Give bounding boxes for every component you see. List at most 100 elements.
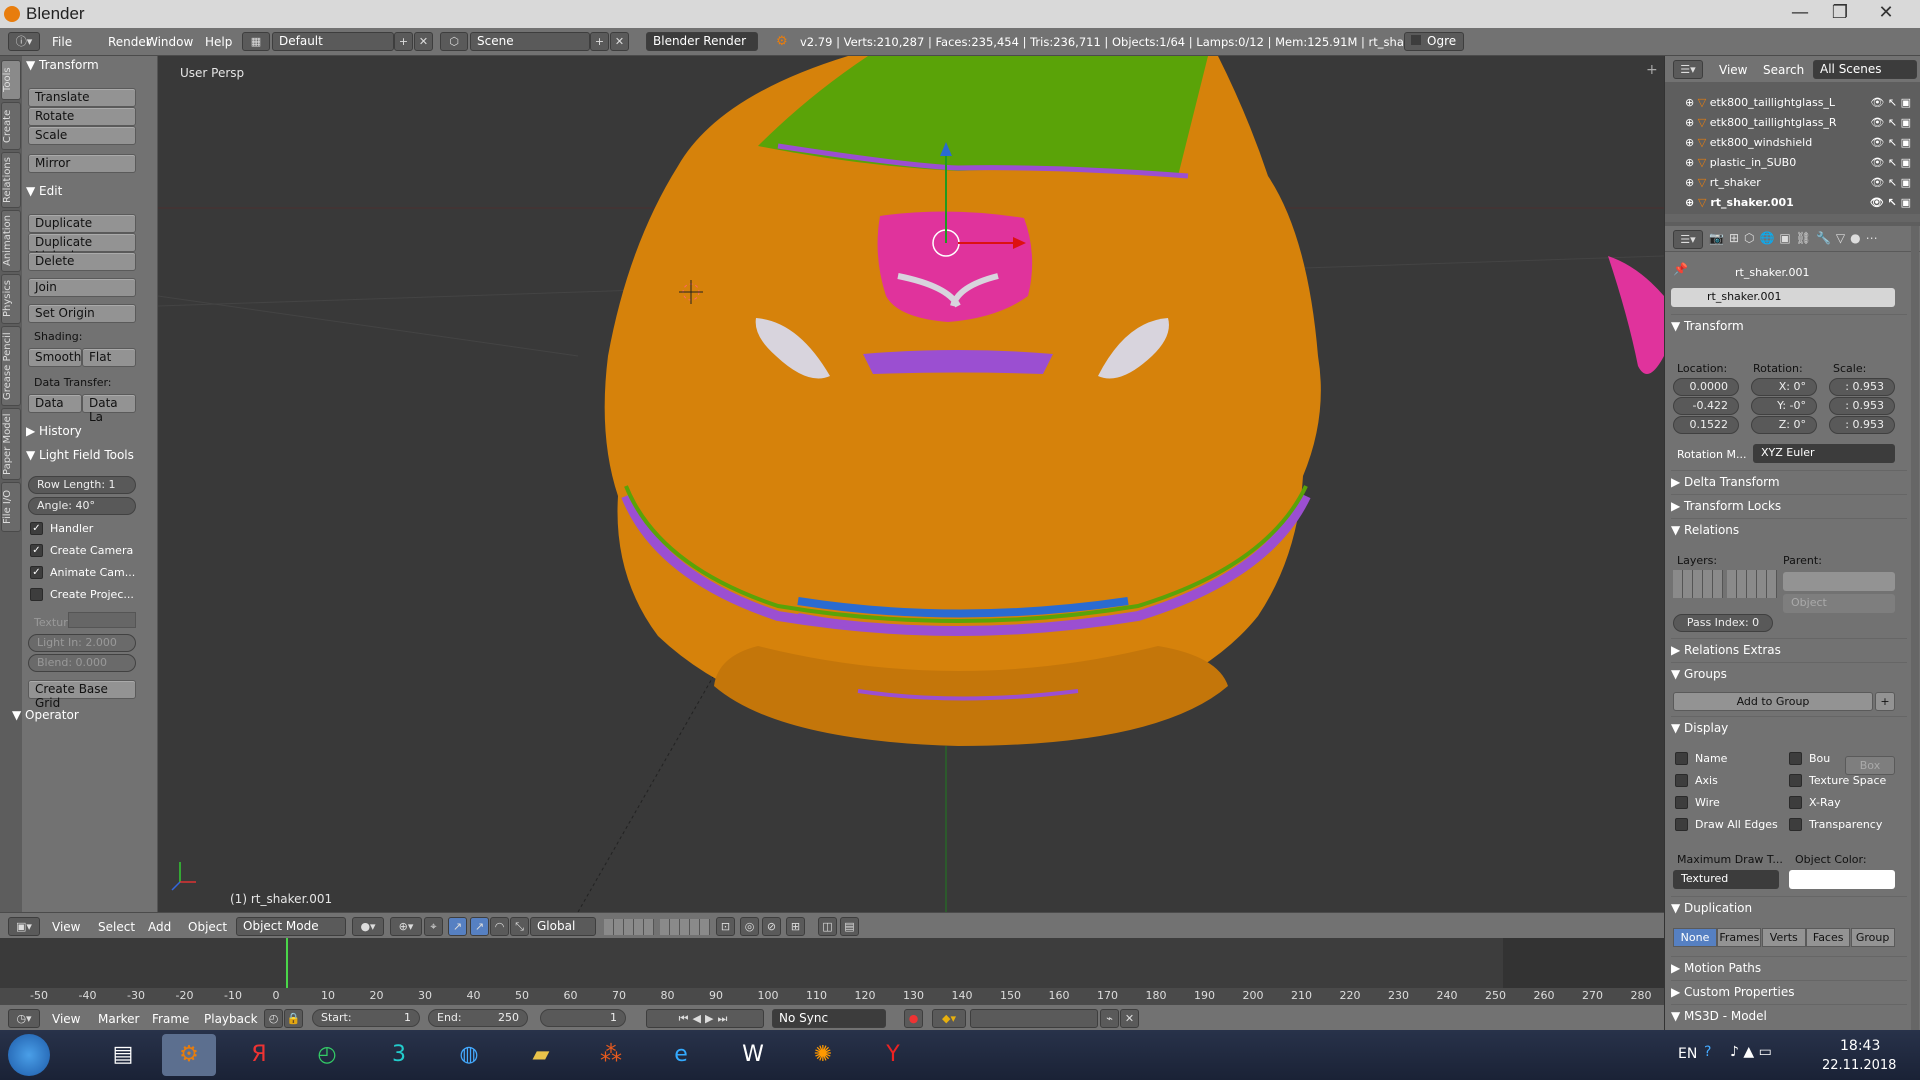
transform-locks-header[interactable]: ▶ Transform Locks: [1671, 494, 1907, 516]
texture-field[interactable]: [68, 612, 136, 628]
visibility-icons[interactable]: 👁 ↖ ▣: [1870, 116, 1911, 129]
yandex-icon[interactable]: Я: [232, 1034, 286, 1076]
menu-window[interactable]: Window: [146, 35, 193, 49]
keying-set-field[interactable]: [970, 1009, 1098, 1028]
opengl-anim-icon[interactable]: ▤: [840, 917, 859, 936]
preview-range-icon[interactable]: ◴: [264, 1009, 283, 1028]
rotation-mode-select[interactable]: XYZ Euler: [1753, 444, 1895, 463]
outliner-row[interactable]: ⊕ ▽ plastic_in_SUB0 👁 ↖ ▣: [1685, 156, 1917, 174]
outliner-search-menu[interactable]: Search: [1763, 63, 1804, 77]
select-menu[interactable]: Select: [98, 920, 135, 934]
duplication-option-button[interactable]: None: [1673, 928, 1717, 947]
end-frame-field[interactable]: End: 250: [428, 1009, 528, 1027]
transform-section-header[interactable]: ▼ Transform: [1671, 314, 1907, 336]
custom-properties-header[interactable]: ▶ Custom Properties: [1671, 980, 1907, 1002]
tab-tools[interactable]: Tools: [1, 60, 21, 100]
expand-icon[interactable]: ⊕: [1685, 156, 1698, 169]
yandex-browser-icon[interactable]: Y: [866, 1034, 920, 1076]
timeline-editor-type-icon[interactable]: ◷▾: [8, 1009, 40, 1028]
mode-select[interactable]: Object Mode: [236, 917, 346, 936]
app-orange-icon[interactable]: ⁂: [584, 1034, 638, 1076]
ogre-button[interactable]: Ogre: [1404, 32, 1464, 51]
snap-element-icon[interactable]: ⊞: [786, 917, 805, 936]
blend-field[interactable]: Blend: 0.000: [28, 654, 136, 672]
location-z-field[interactable]: 0.1522: [1673, 416, 1739, 434]
create-projector-checkbox[interactable]: [30, 588, 43, 601]
angle-field[interactable]: Angle: 40°: [28, 497, 136, 515]
display-option-checkbox[interactable]: [1789, 752, 1802, 765]
create-base-grid-button[interactable]: Create Base Grid: [28, 680, 136, 710]
groups-header[interactable]: ▼ Groups: [1671, 662, 1907, 684]
transform-panel-header[interactable]: ▼ Transform: [26, 58, 154, 78]
visibility-icons[interactable]: 👁 ↖ ▣: [1870, 196, 1911, 209]
winrar-icon[interactable]: ▤: [96, 1034, 150, 1076]
proportional-edit-icon[interactable]: ◎: [740, 917, 759, 936]
translate-active-icon[interactable]: ↗: [470, 917, 489, 936]
frame-menu[interactable]: Frame: [152, 1012, 189, 1026]
object-name-field[interactable]: rt_shaker.001: [1671, 288, 1895, 307]
minimize-icon[interactable]: —: [1780, 0, 1820, 28]
keying-icon[interactable]: ◆▾: [932, 1009, 966, 1028]
draw-type-select[interactable]: Textured: [1673, 870, 1779, 889]
duplicate-linked-button[interactable]: Duplicate Linked: [28, 233, 136, 263]
outliner-filter-select[interactable]: All Scenes: [1813, 60, 1917, 79]
relations-header[interactable]: ▼ Relations: [1671, 518, 1907, 540]
opengl-render-icon[interactable]: ◫: [818, 917, 837, 936]
start-frame-field[interactable]: Start: 1: [312, 1009, 420, 1027]
delta-transform-header[interactable]: ▶ Delta Transform: [1671, 470, 1907, 492]
display-option-checkbox[interactable]: [1675, 818, 1688, 831]
start-button-icon[interactable]: [8, 1034, 50, 1076]
playback-menu[interactable]: Playback: [204, 1012, 258, 1026]
menu-help[interactable]: Help: [205, 35, 232, 49]
add-layout-icon[interactable]: +: [394, 32, 413, 51]
remove-scene-icon[interactable]: ✕: [610, 32, 629, 51]
add-menu[interactable]: Add: [148, 920, 171, 934]
snap-icon[interactable]: ⊘: [762, 917, 781, 936]
outliner-row[interactable]: ⊕ ▽ rt_shaker.001 👁 ↖ ▣: [1685, 196, 1917, 214]
internet-explorer-icon[interactable]: e: [654, 1034, 708, 1076]
duplication-option-button[interactable]: Frames: [1717, 928, 1762, 947]
object-menu[interactable]: Object: [188, 920, 227, 934]
layers-grid-b[interactable]: [660, 919, 710, 935]
record-icon[interactable]: ●: [904, 1009, 923, 1028]
row-length-field[interactable]: Row Length: 1: [28, 476, 136, 494]
orientation-select[interactable]: Global: [530, 917, 596, 936]
current-frame-field[interactable]: 1: [540, 1009, 626, 1027]
layers-grid-a[interactable]: [604, 919, 654, 935]
translate-manipulator-icon[interactable]: ↗: [448, 917, 467, 936]
lock-range-icon[interactable]: 🔒: [284, 1009, 303, 1028]
timeline-ruler[interactable]: -50 -40 -30 -20 -10 0 10 20 30 40 50 60 70 80 90 100 110…: [0, 988, 1664, 1004]
object-color-swatch[interactable]: [1789, 870, 1895, 889]
tab-physics[interactable]: Physics: [1, 274, 21, 324]
bounds-type-select[interactable]: Box: [1845, 756, 1895, 775]
display-option-checkbox[interactable]: [1675, 774, 1688, 787]
visibility-icons[interactable]: 👁 ↖ ▣: [1870, 156, 1911, 169]
duplication-option-button[interactable]: Verts: [1761, 928, 1806, 947]
location-y-field[interactable]: -0.422: [1673, 397, 1739, 415]
parent-field[interactable]: [1783, 572, 1895, 591]
light-field-panel-header[interactable]: ▼ Light Field Tools: [26, 448, 154, 468]
outliner-row[interactable]: ⊕ ▽ etk800_taillightglass_L 👁 ↖ ▣: [1685, 96, 1917, 114]
ms3d-model-header[interactable]: ▼ MS3D - Model: [1671, 1004, 1907, 1026]
menu-file[interactable]: File: [52, 35, 72, 49]
pivot-icon[interactable]: ⊕▾: [390, 917, 422, 936]
properties-scrollbar[interactable]: [1911, 226, 1919, 1030]
mirror-button[interactable]: Mirror: [28, 154, 136, 173]
parent-type-select[interactable]: Object: [1783, 594, 1895, 613]
layout-icon[interactable]: ▦: [242, 32, 270, 51]
smooth-button[interactable]: Smooth: [28, 348, 82, 367]
add-scene-icon[interactable]: +: [590, 32, 609, 51]
current-frame-indicator[interactable]: [286, 938, 288, 988]
properties-editor-type-icon[interactable]: ☰▾: [1673, 230, 1703, 249]
language-indicator[interactable]: EN: [1678, 1046, 1697, 1062]
3d-editor-type-icon[interactable]: ▣▾: [8, 917, 40, 936]
menu-render[interactable]: Render: [108, 35, 151, 49]
relations-extras-header[interactable]: ▶ Relations Extras: [1671, 638, 1907, 660]
viewport-add-region-icon[interactable]: +: [1646, 62, 1658, 78]
outliner-scrollbar[interactable]: [1665, 214, 1920, 222]
3dsmax-icon[interactable]: 3: [372, 1034, 426, 1076]
duplication-header[interactable]: ▼ Duplication: [1671, 896, 1907, 918]
pass-index-field[interactable]: Pass Index: 0: [1673, 614, 1773, 632]
data-layers-button[interactable]: Data La: [82, 394, 136, 424]
expand-icon[interactable]: ⊕: [1685, 196, 1698, 209]
